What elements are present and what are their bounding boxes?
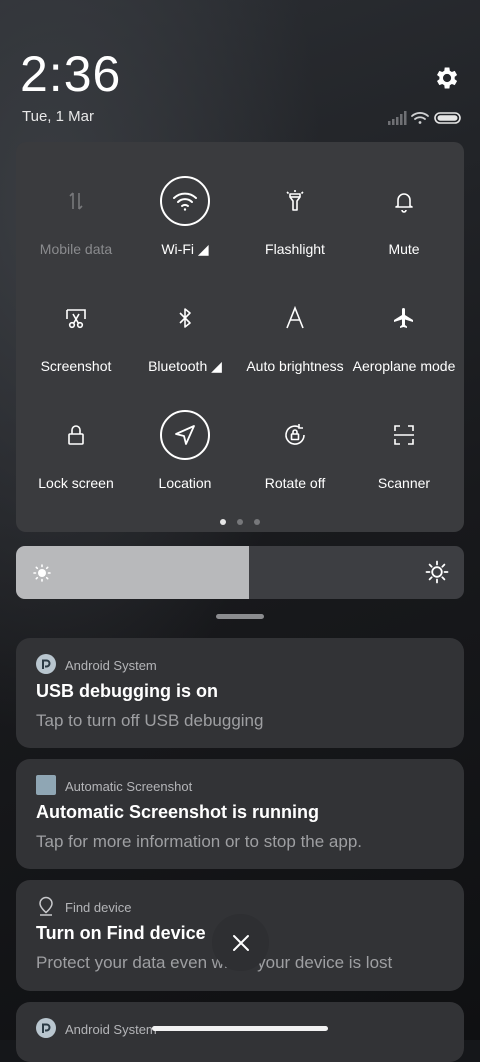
close-icon xyxy=(232,934,249,951)
location-icon xyxy=(160,410,210,460)
tile-label: Aeroplane mode xyxy=(352,358,456,374)
notification-card[interactable]: Automatic Screenshot Automatic Screensho… xyxy=(16,759,464,869)
page-dot[interactable] xyxy=(254,519,260,525)
tile-scanner[interactable]: Scanner xyxy=(348,410,460,527)
tile-label: Bluetooth ◢ xyxy=(148,358,222,374)
notification-card[interactable]: Android System xyxy=(16,1002,464,1062)
tile-label: Scanner xyxy=(377,475,431,491)
battery-icon xyxy=(434,112,461,124)
status-icons xyxy=(388,111,461,125)
clear-notifications-button[interactable] xyxy=(212,914,269,971)
brightness-slider[interactable] xyxy=(16,546,464,599)
lock-icon xyxy=(51,410,101,460)
tile-label: Rotate off xyxy=(264,475,326,491)
android-system-icon xyxy=(36,1018,56,1038)
brightness-high-icon xyxy=(425,560,449,584)
tile-auto-brightness[interactable]: Auto brightness xyxy=(239,293,351,410)
tile-label: Auto brightness xyxy=(246,358,344,374)
tile-mute[interactable]: Mute xyxy=(348,176,460,293)
tile-label: Flashlight xyxy=(265,241,325,257)
tile-lock-screen[interactable]: Lock screen xyxy=(20,410,132,527)
rotate-lock-icon xyxy=(270,410,320,460)
signal-icon xyxy=(388,111,407,125)
mobile-data-icon xyxy=(51,176,101,226)
notification-title: Turn on Find device xyxy=(36,923,206,943)
brightness-low-icon xyxy=(33,564,51,582)
screenshot-icon xyxy=(51,293,101,343)
notification-body: Tap to turn off USB debugging xyxy=(36,711,264,730)
gesture-navigation-bar[interactable] xyxy=(152,1026,328,1031)
notification-app-name: Android System xyxy=(65,658,157,673)
android-system-icon xyxy=(36,654,56,674)
notification-card[interactable]: Android System USB debugging is on Tap t… xyxy=(16,638,464,748)
tile-location[interactable]: Location xyxy=(129,410,241,527)
clock: 2:36 xyxy=(20,46,122,102)
quick-settings-panel: Mobile data Wi-Fi ◢ Flashlight Mute Scre… xyxy=(16,142,464,532)
bluetooth-icon xyxy=(160,293,210,343)
app-square-icon xyxy=(36,775,56,795)
drag-handle[interactable] xyxy=(216,614,264,619)
bell-icon xyxy=(379,176,429,226)
wifi-icon xyxy=(160,176,210,226)
tile-screenshot[interactable]: Screenshot xyxy=(20,293,132,410)
tile-rotate-off[interactable]: Rotate off xyxy=(239,410,351,527)
airplane-icon xyxy=(379,293,429,343)
flashlight-icon xyxy=(270,176,320,226)
tile-label: Mute xyxy=(388,241,420,257)
tile-label: Screenshot xyxy=(40,358,112,374)
tile-label: Lock screen xyxy=(38,475,114,491)
tile-label: Wi-Fi ◢ xyxy=(161,241,209,257)
page-dot[interactable] xyxy=(220,519,226,525)
location-pin-icon xyxy=(39,896,53,916)
tile-label: Mobile data xyxy=(39,241,113,257)
wifi-icon xyxy=(411,112,429,124)
page-dot[interactable] xyxy=(237,519,243,525)
auto-brightness-icon xyxy=(270,293,320,343)
page-indicator xyxy=(16,519,464,525)
gear-icon[interactable] xyxy=(432,64,460,92)
notification-app-name: Android System xyxy=(65,1022,157,1037)
scanner-icon xyxy=(379,410,429,460)
notification-title: Automatic Screenshot is running xyxy=(36,802,320,822)
notification-body: Protect your data even when your device … xyxy=(36,953,393,972)
date: Tue, 1 Mar xyxy=(22,108,94,125)
notification-app-name: Automatic Screenshot xyxy=(65,779,193,794)
tile-bluetooth[interactable]: Bluetooth ◢ xyxy=(129,293,241,410)
tile-flashlight[interactable]: Flashlight xyxy=(239,176,351,293)
tile-wifi[interactable]: Wi-Fi ◢ xyxy=(129,176,241,293)
notification-body: Tap for more information or to stop the … xyxy=(36,832,363,851)
tile-mobile-data[interactable]: Mobile data xyxy=(20,176,132,293)
notification-title: USB debugging is on xyxy=(36,681,218,701)
tile-label: Location xyxy=(158,475,212,491)
tile-aeroplane-mode[interactable]: Aeroplane mode xyxy=(348,293,460,410)
notification-app-name: Find device xyxy=(65,900,132,915)
